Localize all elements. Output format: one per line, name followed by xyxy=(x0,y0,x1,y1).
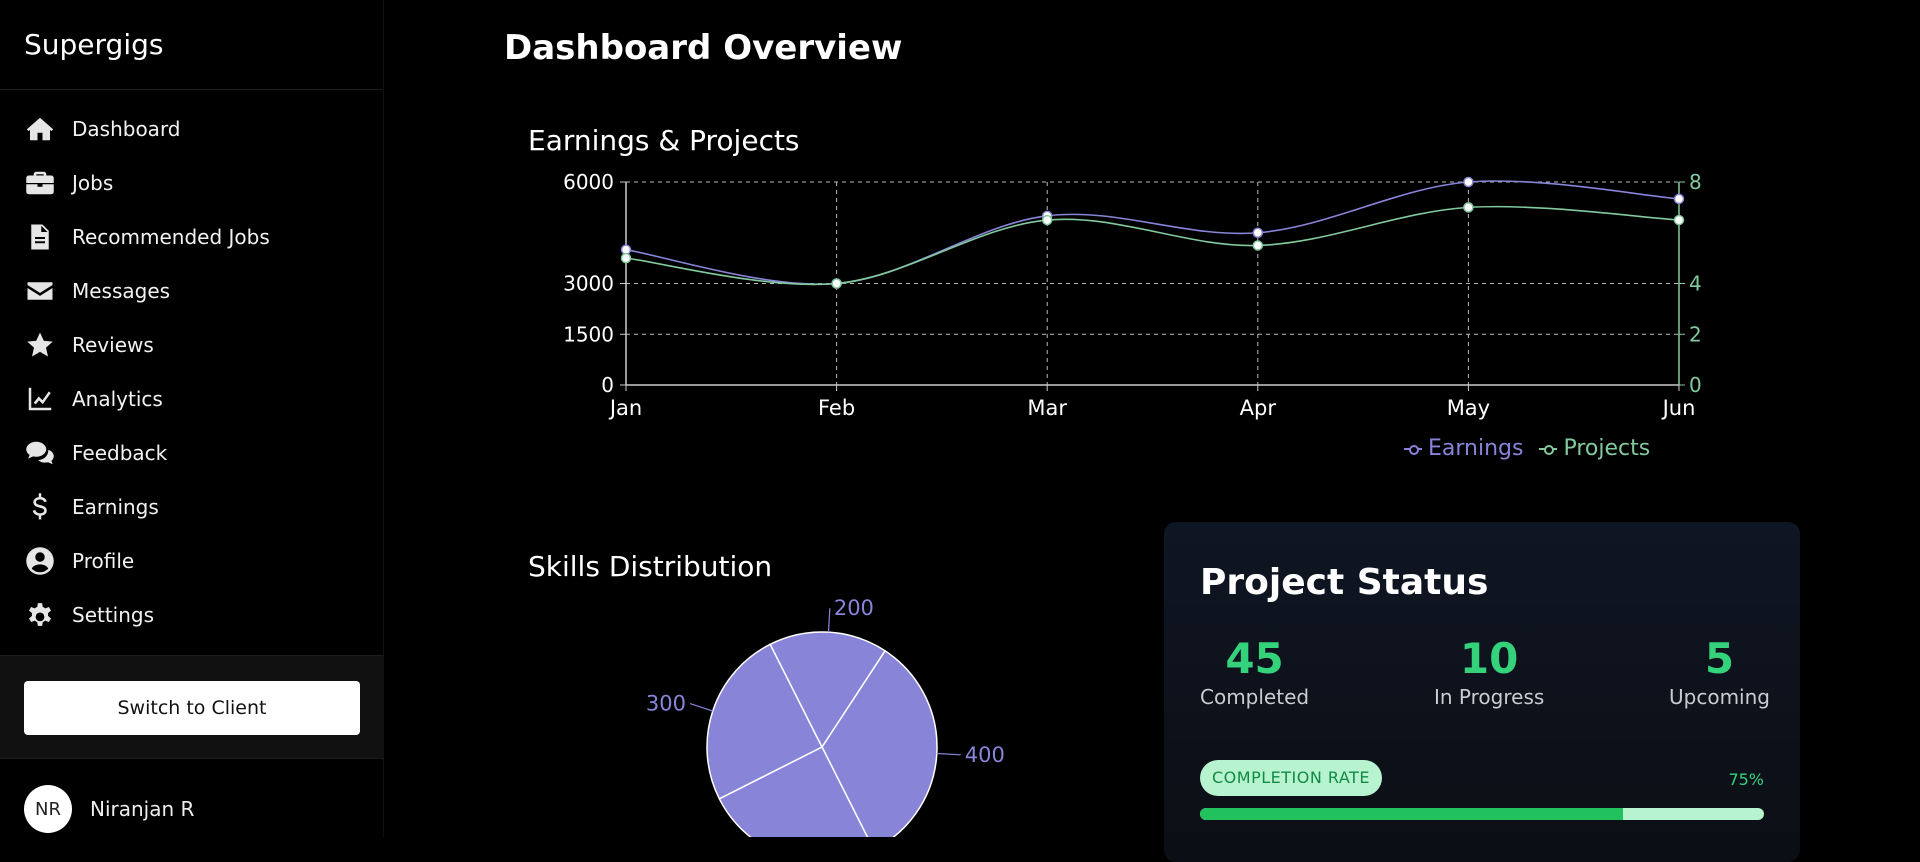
earnings-projects-chart: 0 1500 3000 6000 0 2 4 8 Jan Feb Mar Apr May Jun xyxy=(563,170,1702,420)
project-status-title: Project Status xyxy=(1200,562,1489,603)
sidebar-item-label: Reviews xyxy=(72,333,154,357)
sidebar-item-recommended-jobs[interactable]: Recommended Jobs xyxy=(0,210,383,264)
data-point-projects xyxy=(1673,214,1685,226)
y-tick-label: 1500 xyxy=(563,322,614,346)
stat-label: In Progress xyxy=(1434,685,1545,709)
sidebar-item-analytics[interactable]: Analytics xyxy=(0,372,383,426)
data-point-earnings xyxy=(620,244,632,255)
y-tick-label: 3000 xyxy=(563,272,614,296)
sidebar-item-profile[interactable]: Profile xyxy=(0,534,383,588)
switch-to-client-button[interactable]: Switch to Client xyxy=(24,681,360,735)
sidebar-item-messages[interactable]: Messages xyxy=(0,264,383,318)
app-brand[interactable]: Supergigs xyxy=(0,0,383,90)
x-tick-label: Mar xyxy=(1027,396,1067,420)
avatar: NR xyxy=(24,785,72,833)
skills-pie-chart: 400 300 200 xyxy=(646,596,1005,837)
stat-completed: 45 Completed xyxy=(1200,634,1309,709)
page-title: Dashboard Overview xyxy=(504,28,903,68)
briefcase-icon xyxy=(24,167,56,199)
user-profile[interactable]: NR Niranjan R xyxy=(24,785,194,833)
document-icon xyxy=(24,221,56,253)
gear-icon xyxy=(24,599,56,631)
data-point-earnings xyxy=(1673,193,1685,205)
pie-label-line xyxy=(936,752,961,756)
y-tick-label: 6000 xyxy=(563,170,614,194)
x-tick-label: May xyxy=(1447,396,1490,420)
project-status-card: Project Status 45 Completed 10 In Progre… xyxy=(1164,522,1800,862)
line-chart-icon xyxy=(24,383,56,415)
legend-marker-icon xyxy=(1404,444,1422,455)
completion-progress-fill xyxy=(1200,808,1623,820)
sidebar-item-label: Dashboard xyxy=(72,117,181,141)
legend-label: Earnings xyxy=(1428,436,1524,461)
earnings-section-title: Earnings & Projects xyxy=(528,124,800,157)
completion-rate-value: 75% xyxy=(1728,770,1764,789)
y-tick-label-right: 0 xyxy=(1689,373,1702,397)
x-tick-label: Feb xyxy=(818,396,855,420)
sidebar-item-jobs[interactable]: Jobs xyxy=(0,156,383,210)
data-point-earnings xyxy=(1252,227,1264,238)
sidebar-item-label: Earnings xyxy=(72,495,159,519)
home-icon xyxy=(24,113,56,145)
stat-upcoming: 5 Upcoming xyxy=(1669,634,1770,709)
data-point-projects xyxy=(1463,202,1474,213)
user-name: Niranjan R xyxy=(90,797,195,821)
legend-item-earnings[interactable]: Earnings xyxy=(1404,436,1523,461)
pie-label: 400 xyxy=(965,743,1005,767)
y-tick-label-right: 2 xyxy=(1689,322,1702,346)
dollar-icon xyxy=(24,491,56,523)
switch-panel: Switch to Client xyxy=(0,655,384,759)
sidebar-item-label: Recommended Jobs xyxy=(72,225,270,249)
x-tick-label: Apr xyxy=(1240,396,1277,420)
stat-label: Upcoming xyxy=(1669,685,1770,709)
pie-label: 200 xyxy=(834,596,874,620)
sidebar-item-earnings[interactable]: Earnings xyxy=(0,480,383,534)
data-point-projects xyxy=(620,252,632,264)
sidebar-item-reviews[interactable]: Reviews xyxy=(0,318,383,372)
sidebar-item-label: Analytics xyxy=(72,387,163,411)
skills-section-title: Skills Distribution xyxy=(528,550,773,583)
pie-label: 300 xyxy=(646,692,686,716)
pie-label-line xyxy=(689,702,713,712)
series-line-projects xyxy=(625,205,1680,286)
sidebar-nav: Dashboard Jobs Recommended Jobs Messages… xyxy=(0,90,383,642)
legend-item-projects[interactable]: Projects xyxy=(1539,436,1650,461)
sidebar-item-feedback[interactable]: Feedback xyxy=(0,426,383,480)
user-circle-icon xyxy=(24,545,56,577)
stat-in-progress: 10 In Progress xyxy=(1434,634,1544,709)
comments-icon xyxy=(24,437,56,469)
stat-label: Completed xyxy=(1200,685,1310,709)
data-point-projects xyxy=(1041,214,1053,226)
y-tick-label: 0 xyxy=(601,373,614,397)
chart-legend: Earnings Projects xyxy=(1404,436,1650,461)
sidebar-item-label: Settings xyxy=(72,603,155,627)
data-point-projects xyxy=(1252,240,1264,251)
stat-value: 5 xyxy=(1704,634,1735,683)
data-point-earnings xyxy=(1463,176,1474,188)
y-tick-label-right: 4 xyxy=(1689,272,1702,296)
sidebar: Supergigs Dashboard Jobs Recommended Job… xyxy=(0,0,384,837)
stat-value: 45 xyxy=(1225,634,1284,683)
legend-label: Projects xyxy=(1563,436,1651,461)
completion-progress-bar xyxy=(1200,808,1764,820)
x-tick-label: Jan xyxy=(608,396,642,420)
sidebar-item-label: Messages xyxy=(72,279,171,303)
sidebar-item-label: Feedback xyxy=(72,441,168,465)
pie-label-line xyxy=(827,608,831,633)
y-tick-label-right: 8 xyxy=(1689,170,1702,194)
completion-rate-badge: COMPLETION RATE xyxy=(1200,760,1382,796)
star-icon xyxy=(24,329,56,361)
sidebar-item-label: Jobs xyxy=(72,171,114,195)
envelope-icon xyxy=(24,275,56,307)
x-tick-label: Jun xyxy=(1661,396,1696,420)
sidebar-item-label: Profile xyxy=(72,549,135,573)
sidebar-item-dashboard[interactable]: Dashboard xyxy=(0,102,383,156)
stat-value: 10 xyxy=(1459,634,1519,683)
series-line-earnings xyxy=(625,180,1680,285)
legend-marker-icon xyxy=(1539,444,1558,455)
data-point-projects xyxy=(831,278,842,289)
sidebar-item-settings[interactable]: Settings xyxy=(0,588,383,642)
